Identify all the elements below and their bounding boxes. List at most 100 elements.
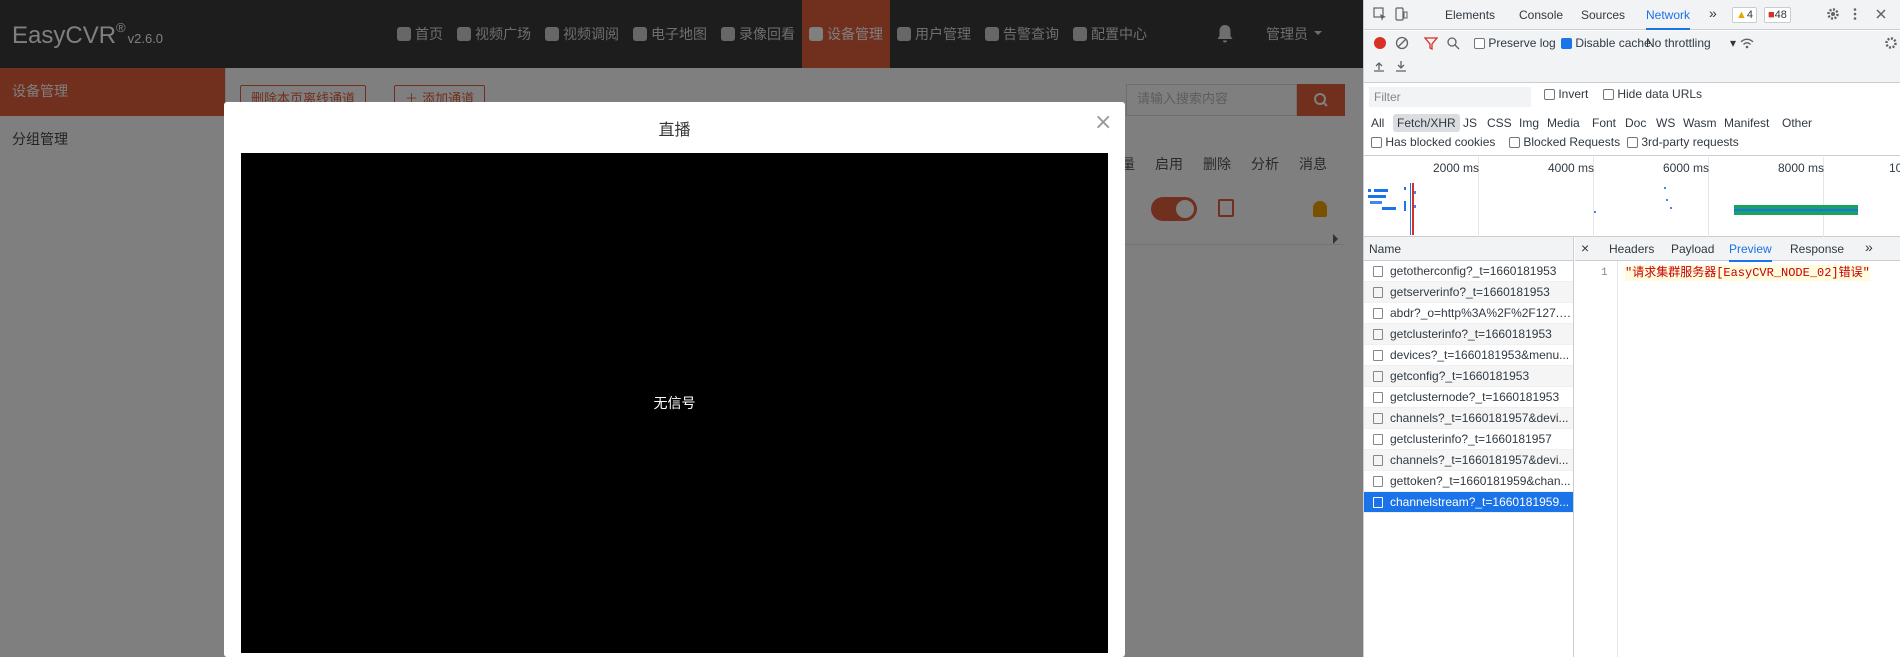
request-name: getclusterinfo?_t=1660181953 <box>1390 327 1552 341</box>
tab-console[interactable]: Console <box>1519 8 1563 22</box>
blocked-requests-label: Blocked Requests <box>1523 135 1621 149</box>
tab-headers[interactable]: Headers <box>1609 242 1654 256</box>
file-icon <box>1373 455 1383 466</box>
tab-preview[interactable]: Preview <box>1729 242 1772 262</box>
request-name: channels?_t=1660181957&devi... <box>1390 453 1569 467</box>
type-filter-css[interactable]: CSS <box>1483 114 1516 132</box>
type-filter-doc[interactable]: Doc <box>1621 114 1650 132</box>
blocked-cookies-checkbox[interactable] <box>1371 137 1382 149</box>
timeline-tick-label: 4000 ms <box>1548 161 1595 175</box>
request-row[interactable]: getclusterinfo?_t=1660181953 <box>1364 324 1573 345</box>
file-icon <box>1373 287 1383 298</box>
tab-response[interactable]: Response <box>1790 242 1844 256</box>
dialog-title: 直播 <box>658 120 691 139</box>
network-conditions-icon[interactable] <box>1739 36 1755 50</box>
close-icon[interactable]: × <box>1094 112 1112 134</box>
type-filter-all[interactable]: All <box>1367 114 1388 132</box>
search-icon[interactable] <box>1446 36 1460 50</box>
blocked-requests-option[interactable]: Blocked Requests <box>1509 135 1620 149</box>
timeline-tick-label: 10 <box>1889 161 1900 175</box>
clear-icon[interactable] <box>1395 36 1409 50</box>
error-count: 48 <box>1774 9 1787 21</box>
video-player[interactable]: 无信号 <box>241 153 1108 653</box>
filter-icon[interactable] <box>1424 36 1438 50</box>
response-preview-text: "请求集群服务器[EasyCVR_NODE_02]错误" <box>1625 265 1870 281</box>
type-filter-other[interactable]: Other <box>1778 114 1816 132</box>
disable-cache-option[interactable]: Disable cache <box>1561 36 1651 50</box>
type-filter-wasm[interactable]: Wasm <box>1679 114 1721 132</box>
third-party-option[interactable]: 3rd-party requests <box>1627 135 1739 149</box>
warning-count: 4 <box>1746 9 1754 21</box>
type-filter-fetch-xhr[interactable]: Fetch/XHR <box>1393 114 1460 132</box>
close-detail-button[interactable]: × <box>1581 240 1589 256</box>
network-toolbar: Preserve log Disable cache No throttling… <box>1364 31 1900 83</box>
error-badge[interactable]: ■48 <box>1764 7 1791 23</box>
invert-label: Invert <box>1558 87 1589 101</box>
disable-cache-label: Disable cache <box>1575 36 1651 50</box>
type-filter-js[interactable]: JS <box>1459 114 1481 132</box>
type-filter-ws[interactable]: WS <box>1652 114 1679 132</box>
line-gutter <box>1575 261 1618 657</box>
device-toolbar-icon[interactable] <box>1394 7 1408 21</box>
request-row-selected[interactable]: channelstream?_t=1660181959... <box>1364 492 1573 513</box>
chevron-down-icon: ▾ <box>1730 36 1737 50</box>
gear-icon[interactable] <box>1826 7 1840 21</box>
record-icon[interactable] <box>1373 36 1387 50</box>
tab-network[interactable]: Network <box>1646 8 1691 30</box>
timeline-tick-label: 8000 ms <box>1778 161 1825 175</box>
type-filter-font[interactable]: Font <box>1588 114 1620 132</box>
tab-sources[interactable]: Sources <box>1581 8 1625 22</box>
tab-payload[interactable]: Payload <box>1671 242 1714 256</box>
preserve-log-checkbox[interactable] <box>1474 38 1485 50</box>
file-icon <box>1373 476 1383 487</box>
tab-elements[interactable]: Elements <box>1445 8 1495 22</box>
request-row[interactable]: devices?_t=1660181953&menu... <box>1364 345 1573 366</box>
blocked-cookies-option[interactable]: Has blocked cookies <box>1371 135 1495 149</box>
name-column-header[interactable]: Name <box>1364 237 1573 261</box>
more-tabs-button[interactable]: » <box>1709 5 1717 21</box>
request-name: abdr?_o=http%3A%2F%2F127.0... <box>1390 306 1573 320</box>
close-icon[interactable] <box>1874 7 1888 21</box>
no-signal-text: 无信号 <box>653 396 696 412</box>
filter-input[interactable]: Filter <box>1369 87 1531 107</box>
request-row[interactable]: getclusternode?_t=1660181953 <box>1364 387 1573 408</box>
invert-option[interactable]: Invert <box>1544 87 1588 101</box>
request-row[interactable]: getclusterinfo?_t=1660181957 <box>1364 429 1573 450</box>
kebab-menu-icon[interactable] <box>1848 7 1862 21</box>
file-icon <box>1373 350 1383 361</box>
blocked-requests-checkbox[interactable] <box>1509 137 1520 149</box>
type-filter-manifest[interactable]: Manifest <box>1720 114 1773 132</box>
warning-badge[interactable]: ▲4 <box>1732 7 1758 23</box>
export-har-icon[interactable] <box>1395 60 1407 72</box>
inspect-icon[interactable] <box>1373 7 1387 21</box>
file-icon <box>1373 308 1383 319</box>
error-icon: ■ <box>1768 9 1775 21</box>
third-party-checkbox[interactable] <box>1627 137 1638 149</box>
request-row[interactable]: abdr?_o=http%3A%2F%2F127.0... <box>1364 303 1573 324</box>
settings-icon[interactable] <box>1884 36 1898 50</box>
type-filter-img[interactable]: Img <box>1515 114 1543 132</box>
hide-data-urls-option[interactable]: Hide data URLs <box>1603 87 1702 101</box>
invert-checkbox[interactable] <box>1544 89 1555 101</box>
request-row[interactable]: channels?_t=1660181957&devi... <box>1364 408 1573 429</box>
request-row[interactable]: getserverinfo?_t=1660181953 <box>1364 282 1573 303</box>
request-name: gettoken?_t=1660181959&chan... <box>1390 474 1571 488</box>
request-row[interactable]: channels?_t=1660181957&devi... <box>1364 450 1573 471</box>
request-row[interactable]: getconfig?_t=1660181953 <box>1364 366 1573 387</box>
easycvr-app: EasyCVR®v2.6.0 首页 视频广场 视频调阅 电子地图 录像回看 设备… <box>0 0 1363 657</box>
preserve-log-option[interactable]: Preserve log <box>1474 36 1556 50</box>
request-row[interactable]: gettoken?_t=1660181959&chan... <box>1364 471 1573 492</box>
request-row[interactable]: getotherconfig?_t=1660181953 <box>1364 261 1573 282</box>
throttling-select[interactable]: No throttling ▾ <box>1646 36 1736 50</box>
more-detail-tabs-button[interactable]: » <box>1865 239 1873 255</box>
file-icon <box>1373 266 1383 277</box>
type-filter-media[interactable]: Media <box>1543 114 1584 132</box>
third-party-label: 3rd-party requests <box>1641 135 1739 149</box>
disable-cache-checkbox[interactable] <box>1561 38 1572 50</box>
request-name: channels?_t=1660181957&devi... <box>1390 411 1569 425</box>
import-har-icon[interactable] <box>1373 60 1385 72</box>
hide-data-urls-checkbox[interactable] <box>1603 89 1614 101</box>
file-icon <box>1373 329 1383 340</box>
network-overview-timeline[interactable]: 2000 ms 4000 ms 6000 ms 8000 ms 10 <box>1364 157 1900 237</box>
devtools-panel: Elements Console Sources Network » ▲4 ■4… <box>1363 0 1900 657</box>
